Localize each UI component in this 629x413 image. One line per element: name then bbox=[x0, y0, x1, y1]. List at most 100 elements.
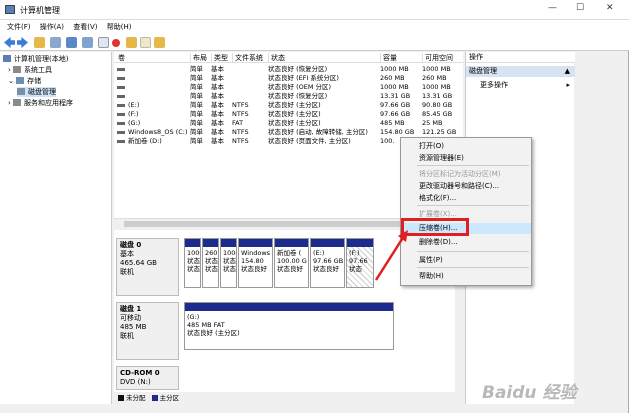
volume-cell-status: 状态良好 (EFI 系统分区) bbox=[268, 74, 339, 82]
disk1-label[interactable]: 磁盘 1 可移动 485 MB 联机 bbox=[116, 302, 179, 360]
volume-cell-free: 90.80 GB bbox=[422, 101, 453, 109]
disk0-partition[interactable]: 1000状态状态 bbox=[220, 238, 237, 288]
menu-separator bbox=[417, 205, 529, 206]
volume-cell-free: 1000 MB bbox=[422, 65, 451, 73]
help-icon[interactable] bbox=[66, 37, 77, 48]
partition-text: 260 bbox=[205, 249, 218, 257]
properties-icon[interactable] bbox=[82, 37, 93, 48]
menu-view[interactable]: 查看(V) bbox=[73, 20, 97, 34]
volume-row[interactable]: (G:) 简单 基本 FAT 状态良好 (主分区) 485 MB 25 MB bbox=[114, 119, 463, 128]
volume-cell-layout: 简单 bbox=[190, 83, 203, 91]
volume-cell-status: 状态良好 (主分区) bbox=[268, 110, 321, 118]
partition-status: 状态 bbox=[223, 265, 236, 273]
volume-cell-type: 基本 bbox=[211, 128, 224, 136]
volume-cell-cap: 97.66 GB bbox=[380, 101, 411, 109]
volume-row[interactable]: 简单 基本 状态良好 (OEM 分区) 1000 MB 1000 MB bbox=[114, 83, 463, 92]
actions-section-disk-management[interactable]: 磁盘管理 ▲ bbox=[466, 66, 575, 77]
new-document-icon[interactable] bbox=[140, 37, 151, 48]
volume-cell-free: 260 MB bbox=[422, 74, 447, 82]
forward-icon[interactable] bbox=[17, 37, 28, 48]
tree-item-storage[interactable]: ⌄ 存储 bbox=[8, 76, 41, 86]
up-folder-icon[interactable] bbox=[34, 37, 45, 48]
volume-row[interactable]: 简单 基本 状态良好 (恢复分区) 13.31 GB 13.31 GB bbox=[114, 92, 463, 101]
pointer-arrow-icon bbox=[374, 230, 408, 281]
close-button[interactable]: ✕ bbox=[606, 3, 614, 13]
watermark-logo: Baidu 经验 bbox=[482, 383, 577, 403]
partition-text: 100.00 G bbox=[277, 257, 307, 265]
more-actions[interactable]: 更多操作 ▸ bbox=[466, 80, 575, 91]
col-filesystem[interactable]: 文件系统 bbox=[232, 53, 263, 63]
col-layout[interactable]: 布局 bbox=[190, 53, 207, 63]
volume-cell-status: 状态良好 (主分区) bbox=[268, 101, 321, 109]
volume-icon bbox=[117, 95, 125, 98]
menu-action[interactable]: 操作(A) bbox=[40, 20, 64, 34]
disk0-partition[interactable]: (F:) 97.66 状态 bbox=[346, 238, 374, 288]
cdrom-name: CD-ROM 0 bbox=[120, 369, 160, 377]
volume-icon bbox=[117, 68, 125, 71]
partition-status: 状态 bbox=[205, 265, 218, 273]
col-capacity[interactable]: 容量 bbox=[380, 53, 397, 63]
volume-cell-free: 13.31 GB bbox=[422, 92, 453, 100]
context-menu-item[interactable]: 打开(O) bbox=[401, 141, 531, 152]
volume-row[interactable]: 简单 基本 状态良好 (恢复分区) 1000 MB 1000 MB bbox=[114, 65, 463, 74]
volume-row[interactable]: (E:) 简单 基本 NTFS 状态良好 (主分区) 97.66 GB 90.80 GB bbox=[114, 101, 463, 110]
col-free[interactable]: 可用空间 bbox=[422, 53, 453, 63]
partition-text: 状态 bbox=[223, 257, 236, 265]
volume-row[interactable]: 简单 基本 状态良好 (EFI 系统分区) 260 MB 260 MB bbox=[114, 74, 463, 83]
volume-cell-type: 基本 bbox=[211, 83, 224, 91]
volume-cell-free: 121.25 GB bbox=[422, 128, 457, 136]
volume-cell-name: 新加卷 (D:) bbox=[128, 137, 162, 145]
tree-item-system-tools[interactable]: › 系统工具 bbox=[8, 65, 52, 75]
context-menu-item[interactable]: 格式化(F)... bbox=[401, 193, 531, 204]
disk0-partition[interactable]: (E:) 97.66 GB 状态良好 bbox=[310, 238, 345, 288]
menu-help[interactable]: 帮助(H) bbox=[107, 20, 132, 34]
disk0-partition[interactable]: 260 状态 状态 bbox=[202, 238, 219, 288]
disk0-partition[interactable]: 1000状态状态 bbox=[184, 238, 201, 288]
tree-item-services[interactable]: › 服务和应用程序 bbox=[8, 98, 73, 108]
col-status[interactable]: 状态 bbox=[268, 53, 285, 63]
actions-header: 操作 bbox=[466, 52, 575, 63]
volume-cell-layout: 简单 bbox=[190, 110, 203, 118]
back-icon[interactable] bbox=[4, 37, 15, 48]
partition-text: 状态 bbox=[187, 257, 200, 265]
view-icon[interactable] bbox=[98, 37, 109, 48]
col-volume[interactable]: 卷 bbox=[116, 53, 125, 63]
context-menu-item[interactable]: 更改驱动器号和路径(C)... bbox=[401, 181, 531, 192]
disk1-kind: 可移动 bbox=[120, 314, 141, 322]
cdrom-label[interactable]: CD-ROM 0 DVD (N:) bbox=[116, 366, 179, 390]
minimize-button[interactable]: — bbox=[548, 3, 557, 13]
partition-text: (F:) bbox=[349, 249, 360, 257]
delete-icon[interactable] bbox=[112, 39, 120, 47]
context-menu-item[interactable]: 删除卷(D)... bbox=[401, 237, 531, 248]
scroll-thumb[interactable] bbox=[124, 221, 404, 227]
context-menu-item[interactable]: 属性(P) bbox=[401, 255, 531, 266]
menu-file[interactable]: 文件(F) bbox=[7, 20, 31, 34]
partition-bar bbox=[185, 303, 393, 311]
disk0-label[interactable]: 磁盘 0 基本 465.64 GB 联机 bbox=[116, 238, 179, 296]
volume-cell-type: 基本 bbox=[211, 110, 224, 118]
tree-root[interactable]: 计算机管理(本地) bbox=[3, 54, 68, 64]
volume-icon bbox=[117, 131, 125, 134]
context-menu-item[interactable]: 资源管理器(E) bbox=[401, 153, 531, 164]
open-folder-icon[interactable] bbox=[126, 37, 137, 48]
volume-cell-cap: 154.80 GB bbox=[380, 128, 415, 136]
volume-row[interactable]: (F:) 简单 基本 NTFS 状态良好 (主分区) 97.66 GB 85.45 GB bbox=[114, 110, 463, 119]
volume-cell-type: 基本 bbox=[211, 92, 224, 100]
show-tree-icon[interactable] bbox=[50, 37, 61, 48]
disk0-partition[interactable]: 新加卷 (100.00 G 状态良好 bbox=[274, 238, 309, 288]
folder-icon[interactable] bbox=[154, 37, 165, 48]
disk0-state: 联机 bbox=[120, 268, 134, 276]
volume-cell-status: 状态良好 (恢复分区) bbox=[268, 92, 328, 100]
volume-cell-name: (G:) bbox=[128, 119, 141, 127]
context-menu-item[interactable]: 帮助(H) bbox=[401, 271, 531, 282]
partition-text: 1000 bbox=[187, 249, 200, 257]
volume-row[interactable]: Windows8_OS (C:) 简单 基本 NTFS 状态良好 (启动, 故障转储, … bbox=[114, 128, 463, 137]
disk-management-icon bbox=[17, 88, 25, 95]
partition-g[interactable]: (G:) 485 MB FAT 状态良好 (主分区) bbox=[184, 302, 394, 350]
col-type[interactable]: 类型 bbox=[211, 53, 228, 63]
status-bar: 未分配 主分区 bbox=[114, 392, 463, 404]
maximize-button[interactable]: ☐ bbox=[576, 3, 584, 13]
tree-item-disk-management[interactable]: 磁盘管理 bbox=[17, 87, 56, 97]
partition-bar bbox=[311, 239, 344, 247]
disk0-partition[interactable]: Windows 154.80 状态良好 bbox=[238, 238, 273, 288]
